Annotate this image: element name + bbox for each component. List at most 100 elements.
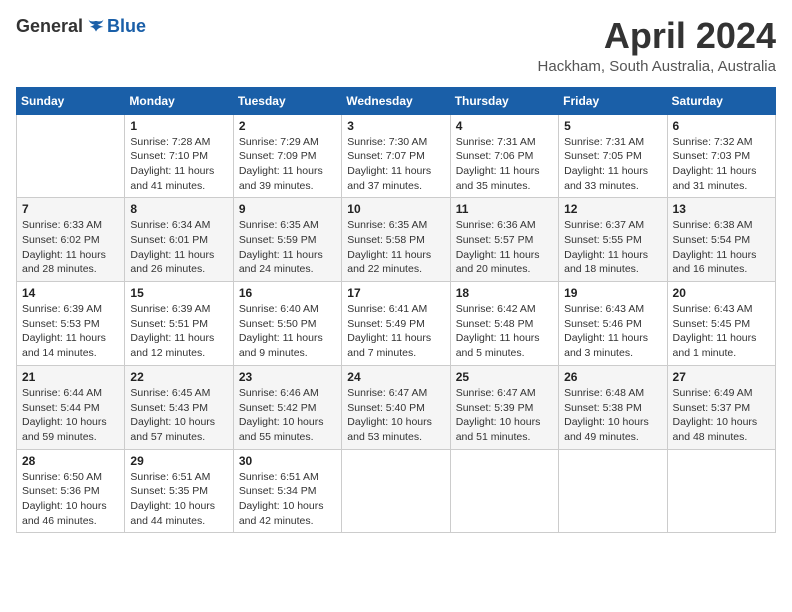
calendar-cell: 5 Sunrise: 7:31 AMSunset: 7:05 PMDaylight… — [559, 114, 667, 198]
calendar-cell: 4Sunrise: 7:31 AMSunset: 7:06 PMDaylight… — [450, 114, 558, 198]
calendar-cell: 11 Sunrise: 6:36 AMSunset: 5:57 PMDayligh… — [450, 198, 558, 282]
calendar-day-header: Tuesday — [233, 87, 341, 114]
day-number: 25 — [456, 370, 553, 384]
calendar-cell: 23Sunrise: 6:46 AMSunset: 5:42 PMDayligh… — [233, 365, 341, 449]
calendar-cell: 27 Sunrise: 6:49 AMSunset: 5:37 PMDayligh… — [667, 365, 775, 449]
day-info: Sunrise: 7:28 AMSunset: 7:10 PMDaylight:… — [130, 135, 227, 194]
calendar-cell: 8 Sunrise: 6:34 AMSunset: 6:01 PMDaylight… — [125, 198, 233, 282]
day-number: 26 — [564, 370, 661, 384]
day-number: 22 — [130, 370, 227, 384]
day-info: Sunrise: 7:31 AMSunset: 7:05 PMDaylight:… — [564, 135, 661, 194]
calendar-header-row: SundayMondayTuesdayWednesdayThursdayFrid… — [17, 87, 776, 114]
calendar-cell: 1 Sunrise: 7:28 AMSunset: 7:10 PMDaylight… — [125, 114, 233, 198]
calendar-cell: 2Sunrise: 7:29 AMSunset: 7:09 PMDaylight… — [233, 114, 341, 198]
calendar-cell: 20Sunrise: 6:43 AMSunset: 5:45 PMDayligh… — [667, 282, 775, 366]
calendar-cell — [559, 449, 667, 533]
calendar-cell — [342, 449, 450, 533]
day-number: 15 — [130, 286, 227, 300]
calendar-cell: 24 Sunrise: 6:47 AMSunset: 5:40 PMDayligh… — [342, 365, 450, 449]
day-info: Sunrise: 6:49 AMSunset: 5:37 PMDaylight:… — [673, 386, 770, 445]
day-info: Sunrise: 6:41 AMSunset: 5:49 PMDaylight:… — [347, 302, 444, 361]
day-info: Sunrise: 6:42 AMSunset: 5:48 PMDaylight:… — [456, 302, 553, 361]
calendar-week-row: 1 Sunrise: 7:28 AMSunset: 7:10 PMDaylight… — [17, 114, 776, 198]
calendar-cell — [17, 114, 125, 198]
day-number: 21 — [22, 370, 119, 384]
day-info: Sunrise: 6:45 AMSunset: 5:43 PMDaylight:… — [130, 386, 227, 445]
calendar-cell: 22 Sunrise: 6:45 AMSunset: 5:43 PMDayligh… — [125, 365, 233, 449]
location-title: Hackham, South Australia, Australia — [538, 58, 776, 75]
title-block: April 2024 Hackham, South Australia, Aus… — [538, 16, 776, 75]
month-title: April 2024 — [538, 16, 776, 56]
calendar-cell: 19Sunrise: 6:43 AMSunset: 5:46 PMDayligh… — [559, 282, 667, 366]
calendar-day-header: Thursday — [450, 87, 558, 114]
day-number: 10 — [347, 202, 444, 216]
calendar-cell: 28 Sunrise: 6:50 AMSunset: 5:36 PMDayligh… — [17, 449, 125, 533]
day-info: Sunrise: 6:39 AMSunset: 5:51 PMDaylight:… — [130, 302, 227, 361]
day-info: Sunrise: 6:51 AMSunset: 5:34 PMDaylight:… — [239, 470, 336, 529]
day-number: 13 — [673, 202, 770, 216]
calendar-cell: 9 Sunrise: 6:35 AMSunset: 5:59 PMDaylight… — [233, 198, 341, 282]
day-info: Sunrise: 7:29 AMSunset: 7:09 PMDaylight:… — [239, 135, 336, 194]
day-info: Sunrise: 6:40 AMSunset: 5:50 PMDaylight:… — [239, 302, 336, 361]
day-number: 27 — [673, 370, 770, 384]
day-number: 9 — [239, 202, 336, 216]
day-number: 30 — [239, 454, 336, 468]
calendar-cell: 10 Sunrise: 6:35 AMSunset: 5:58 PMDayligh… — [342, 198, 450, 282]
day-number: 1 — [130, 119, 227, 133]
day-number: 24 — [347, 370, 444, 384]
calendar-cell: 3Sunrise: 7:30 AMSunset: 7:07 PMDaylight… — [342, 114, 450, 198]
calendar-week-row: 14 Sunrise: 6:39 AMSunset: 5:53 PMDayligh… — [17, 282, 776, 366]
calendar-day-header: Sunday — [17, 87, 125, 114]
calendar-cell: 25 Sunrise: 6:47 AMSunset: 5:39 PMDayligh… — [450, 365, 558, 449]
calendar-cell: 26Sunrise: 6:48 AMSunset: 5:38 PMDayligh… — [559, 365, 667, 449]
calendar-week-row: 7Sunrise: 6:33 AMSunset: 6:02 PMDaylight… — [17, 198, 776, 282]
day-info: Sunrise: 6:37 AMSunset: 5:55 PMDaylight:… — [564, 218, 661, 277]
day-number: 6 — [673, 119, 770, 133]
day-info: Sunrise: 6:47 AMSunset: 5:39 PMDaylight:… — [456, 386, 553, 445]
day-info: Sunrise: 7:30 AMSunset: 7:07 PMDaylight:… — [347, 135, 444, 194]
calendar-cell: 7Sunrise: 6:33 AMSunset: 6:02 PMDaylight… — [17, 198, 125, 282]
day-info: Sunrise: 6:43 AMSunset: 5:46 PMDaylight:… — [564, 302, 661, 361]
calendar-cell — [450, 449, 558, 533]
day-number: 14 — [22, 286, 119, 300]
day-number: 7 — [22, 202, 119, 216]
day-info: Sunrise: 6:50 AMSunset: 5:36 PMDaylight:… — [22, 470, 119, 529]
day-number: 8 — [130, 202, 227, 216]
day-number: 17 — [347, 286, 444, 300]
day-info: Sunrise: 6:35 AMSunset: 5:59 PMDaylight:… — [239, 218, 336, 277]
calendar-day-header: Friday — [559, 87, 667, 114]
day-info: Sunrise: 6:38 AMSunset: 5:54 PMDaylight:… — [673, 218, 770, 277]
calendar-day-header: Saturday — [667, 87, 775, 114]
calendar-cell: 17 Sunrise: 6:41 AMSunset: 5:49 PMDayligh… — [342, 282, 450, 366]
day-number: 18 — [456, 286, 553, 300]
day-info: Sunrise: 6:35 AMSunset: 5:58 PMDaylight:… — [347, 218, 444, 277]
day-info: Sunrise: 6:47 AMSunset: 5:40 PMDaylight:… — [347, 386, 444, 445]
page-header: General Blue April 2024 Hackham, South A… — [16, 16, 776, 75]
calendar-cell: 14 Sunrise: 6:39 AMSunset: 5:53 PMDayligh… — [17, 282, 125, 366]
calendar-day-header: Monday — [125, 87, 233, 114]
calendar-week-row: 21 Sunrise: 6:44 AMSunset: 5:44 PMDayligh… — [17, 365, 776, 449]
day-info: Sunrise: 6:36 AMSunset: 5:57 PMDaylight:… — [456, 218, 553, 277]
day-number: 28 — [22, 454, 119, 468]
calendar-cell: 15 Sunrise: 6:39 AMSunset: 5:51 PMDayligh… — [125, 282, 233, 366]
day-info: Sunrise: 6:39 AMSunset: 5:53 PMDaylight:… — [22, 302, 119, 361]
day-info: Sunrise: 6:46 AMSunset: 5:42 PMDaylight:… — [239, 386, 336, 445]
day-number: 11 — [456, 202, 553, 216]
day-info: Sunrise: 7:32 AMSunset: 7:03 PMDaylight:… — [673, 135, 770, 194]
logo-general: General — [16, 16, 83, 37]
calendar-cell: 6 Sunrise: 7:32 AMSunset: 7:03 PMDaylight… — [667, 114, 775, 198]
day-number: 4 — [456, 119, 553, 133]
logo-bird-icon — [87, 18, 105, 36]
calendar-cell: 29Sunrise: 6:51 AMSunset: 5:35 PMDayligh… — [125, 449, 233, 533]
calendar-cell: 30 Sunrise: 6:51 AMSunset: 5:34 PMDayligh… — [233, 449, 341, 533]
day-info: Sunrise: 6:51 AMSunset: 5:35 PMDaylight:… — [130, 470, 227, 529]
calendar-cell — [667, 449, 775, 533]
day-info: Sunrise: 6:34 AMSunset: 6:01 PMDaylight:… — [130, 218, 227, 277]
calendar-cell: 21 Sunrise: 6:44 AMSunset: 5:44 PMDayligh… — [17, 365, 125, 449]
calendar-cell: 18 Sunrise: 6:42 AMSunset: 5:48 PMDayligh… — [450, 282, 558, 366]
day-info: Sunrise: 6:44 AMSunset: 5:44 PMDaylight:… — [22, 386, 119, 445]
logo-blue: Blue — [107, 16, 146, 37]
day-number: 5 — [564, 119, 661, 133]
calendar-cell: 13 Sunrise: 6:38 AMSunset: 5:54 PMDayligh… — [667, 198, 775, 282]
day-number: 12 — [564, 202, 661, 216]
